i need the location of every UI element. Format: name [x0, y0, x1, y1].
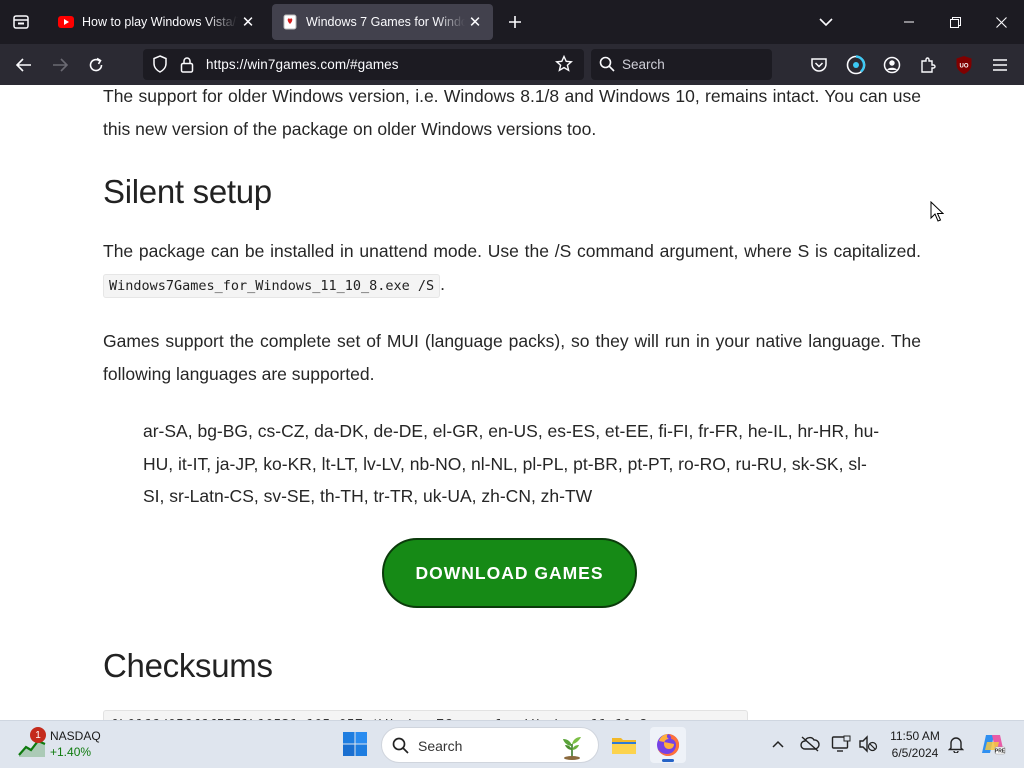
search-placeholder: Search: [622, 57, 665, 72]
tab-title: Windows 7 Games for Windows 11: [306, 15, 465, 29]
silent-command-code: Windows7Games_for_Windows_11_10_8.exe /S: [103, 273, 441, 298]
notifications-button[interactable]: [945, 733, 967, 755]
shield-icon[interactable]: [151, 55, 169, 73]
svg-text:PRE: PRE: [995, 749, 1006, 755]
pocket-button[interactable]: [804, 50, 834, 80]
puzzle-icon: [921, 57, 936, 73]
forward-button[interactable]: [45, 50, 75, 80]
cards-icon: [282, 14, 298, 30]
copilot-button[interactable]: PRE: [979, 730, 1007, 758]
tab-strip: How to play Windows Vista/7 Games ✕ Wind…: [0, 0, 1024, 44]
bell-icon: [948, 737, 964, 753]
tab-youtube[interactable]: How to play Windows Vista/7 Games ✕: [48, 4, 266, 40]
search-icon: [599, 56, 615, 72]
file-explorer-taskbar-button[interactable]: [606, 727, 642, 763]
stock-change: +1.40%: [50, 745, 92, 759]
download-games-button[interactable]: DOWNLOAD GAMES: [382, 538, 637, 608]
pocket-icon: [811, 58, 827, 72]
checksum-code: 0b0166d056f6f5371b10521c105c057 *Windows…: [103, 710, 748, 720]
menu-button[interactable]: [985, 50, 1015, 80]
ublock-origin-icon: UO: [956, 56, 972, 74]
clock[interactable]: 11:50 AM 6/5/2024: [880, 728, 950, 762]
tab-title: How to play Windows Vista/7 Games: [82, 15, 238, 29]
extensions-button[interactable]: [913, 50, 943, 80]
restore-icon: [949, 16, 961, 28]
start-button[interactable]: [342, 731, 370, 759]
url-bar[interactable]: https://win7games.com/#games: [143, 49, 584, 80]
reload-icon: [89, 57, 103, 72]
mui-paragraph: Games support the complete set of MUI (l…: [103, 331, 921, 384]
network-tray-button[interactable]: [830, 733, 852, 755]
youtube-icon: [58, 14, 74, 30]
show-hidden-icons-button[interactable]: [767, 733, 789, 755]
ublock-button[interactable]: UO: [949, 50, 979, 80]
chevron-down-icon: [819, 18, 833, 27]
plus-icon: [509, 16, 521, 28]
navigation-toolbar: https://win7games.com/#games Search UO: [0, 44, 1024, 85]
new-tab-button[interactable]: [502, 9, 528, 35]
clock-date: 6/5/2024: [891, 746, 939, 760]
mouse-pointer-icon: [930, 201, 944, 222]
onedrive-tray-button[interactable]: [799, 733, 821, 755]
account-button[interactable]: [877, 50, 907, 80]
taskbar-search[interactable]: Search: [381, 727, 599, 763]
volume-muted-icon: [859, 735, 878, 753]
cloud-offline-icon: [800, 736, 820, 752]
stock-widget[interactable]: 1 NASDAQ +1.40%: [16, 727, 126, 763]
volume-tray-button[interactable]: [857, 733, 879, 755]
firefox-icon: [657, 733, 680, 756]
intro-paragraph: The support for older Windows version, i…: [103, 86, 921, 139]
languages-list: ar-SA, bg-BG, cs-CZ, da-DK, de-DE, el-GR…: [143, 421, 880, 506]
lock-icon[interactable]: [178, 55, 196, 73]
silent-setup-period: .: [440, 273, 445, 294]
close-icon: [995, 16, 1007, 28]
close-tab-icon[interactable]: ✕: [465, 12, 485, 32]
list-all-tabs-button[interactable]: [814, 10, 838, 34]
extension-circle-button[interactable]: [841, 50, 871, 80]
progress-circle-icon: [846, 55, 866, 75]
minimize-button[interactable]: [886, 0, 932, 44]
chevron-up-icon: [772, 740, 784, 748]
tab-win7games[interactable]: Windows 7 Games for Windows 11 ✕: [272, 4, 493, 40]
active-indicator: [662, 759, 674, 762]
search-icon: [392, 737, 409, 754]
folder-icon: [612, 738, 636, 754]
back-button[interactable]: [9, 50, 39, 80]
bookmark-star-icon[interactable]: [555, 55, 573, 73]
close-tab-icon[interactable]: ✕: [238, 12, 258, 32]
account-icon: [883, 56, 901, 74]
notification-badge: 1: [30, 727, 46, 743]
windows-logo-icon: [343, 732, 367, 756]
hamburger-menu-icon: [993, 59, 1007, 71]
firefox-view-button[interactable]: [0, 0, 42, 44]
back-arrow-icon: [16, 58, 31, 72]
firefox-taskbar-button[interactable]: [650, 727, 686, 763]
silent-setup-paragraph: The package can be installed in unattend…: [103, 235, 921, 302]
page-content: The support for older Windows version, i…: [0, 85, 1024, 720]
close-window-button[interactable]: [978, 0, 1024, 44]
silent-setup-heading: Silent setup: [103, 173, 272, 210]
network-monitor-icon: [831, 735, 851, 752]
firefox-view-icon: [13, 15, 29, 29]
url-text[interactable]: https://win7games.com/#games: [206, 57, 399, 72]
stock-name: NASDAQ: [50, 729, 101, 743]
clock-time: 11:50 AM: [890, 729, 940, 743]
plant-illustration-icon: [563, 737, 581, 760]
taskbar-search-placeholder: Search: [418, 738, 463, 754]
checksums-heading: Checksums: [103, 647, 273, 684]
minimize-icon: [904, 21, 914, 23]
copilot-icon: PRE: [982, 735, 1006, 755]
svg-text:UO: UO: [960, 64, 969, 70]
search-bar[interactable]: Search: [591, 49, 772, 80]
forward-arrow-icon: [53, 58, 68, 72]
restore-button[interactable]: [932, 0, 978, 44]
taskbar: 1 NASDAQ +1.40% Search 11:50 AM 6/5/2024…: [0, 720, 1024, 768]
silent-setup-text: The package can be installed in unattend…: [103, 241, 921, 261]
reload-button[interactable]: [81, 50, 111, 80]
